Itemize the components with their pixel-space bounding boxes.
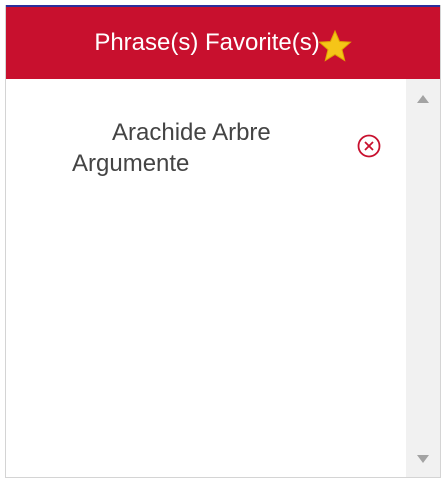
favorite-item: Arachide Arbre Argumente (6, 117, 409, 187)
favorite-phrase: Arachide Arbre Argumente (72, 119, 271, 177)
triangle-down-icon[interactable] (406, 447, 440, 471)
triangle-up-icon[interactable] (406, 87, 440, 111)
favorites-header: Phrase(s) Favorite(s) (6, 5, 440, 79)
close-circle-icon[interactable] (356, 133, 382, 159)
vertical-scrollbar[interactable] (406, 79, 440, 477)
star-icon (317, 29, 352, 63)
favorites-list: Arachide Arbre Argumente (6, 79, 409, 477)
favorites-panel: Phrase(s) Favorite(s) Arachide Arbre Arg… (5, 5, 441, 478)
favorites-title: Phrase(s) Favorite(s) (94, 29, 320, 56)
